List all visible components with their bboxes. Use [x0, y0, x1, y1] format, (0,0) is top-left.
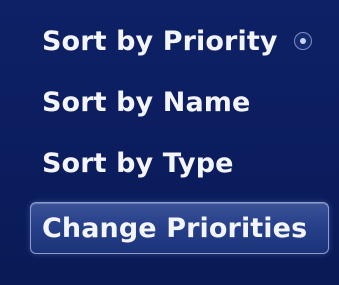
menu-item-sort-by-type[interactable]: Sort by Type [42, 143, 234, 183]
radio-dot [300, 38, 306, 44]
menu-item-label: Sort by Type [42, 147, 234, 179]
button-label: Change Priorities [42, 212, 308, 244]
sort-options-menu: Sort by Priority Sort by Name Sort by Ty… [0, 0, 339, 285]
radio-selected-icon[interactable] [294, 32, 312, 50]
menu-item-label: Sort by Priority [42, 25, 278, 57]
menu-item-sort-by-priority[interactable]: Sort by Priority [42, 21, 278, 61]
change-priorities-button[interactable]: Change Priorities [30, 202, 329, 254]
menu-item-label: Sort by Name [42, 86, 251, 118]
menu-item-sort-by-name[interactable]: Sort by Name [42, 82, 250, 122]
